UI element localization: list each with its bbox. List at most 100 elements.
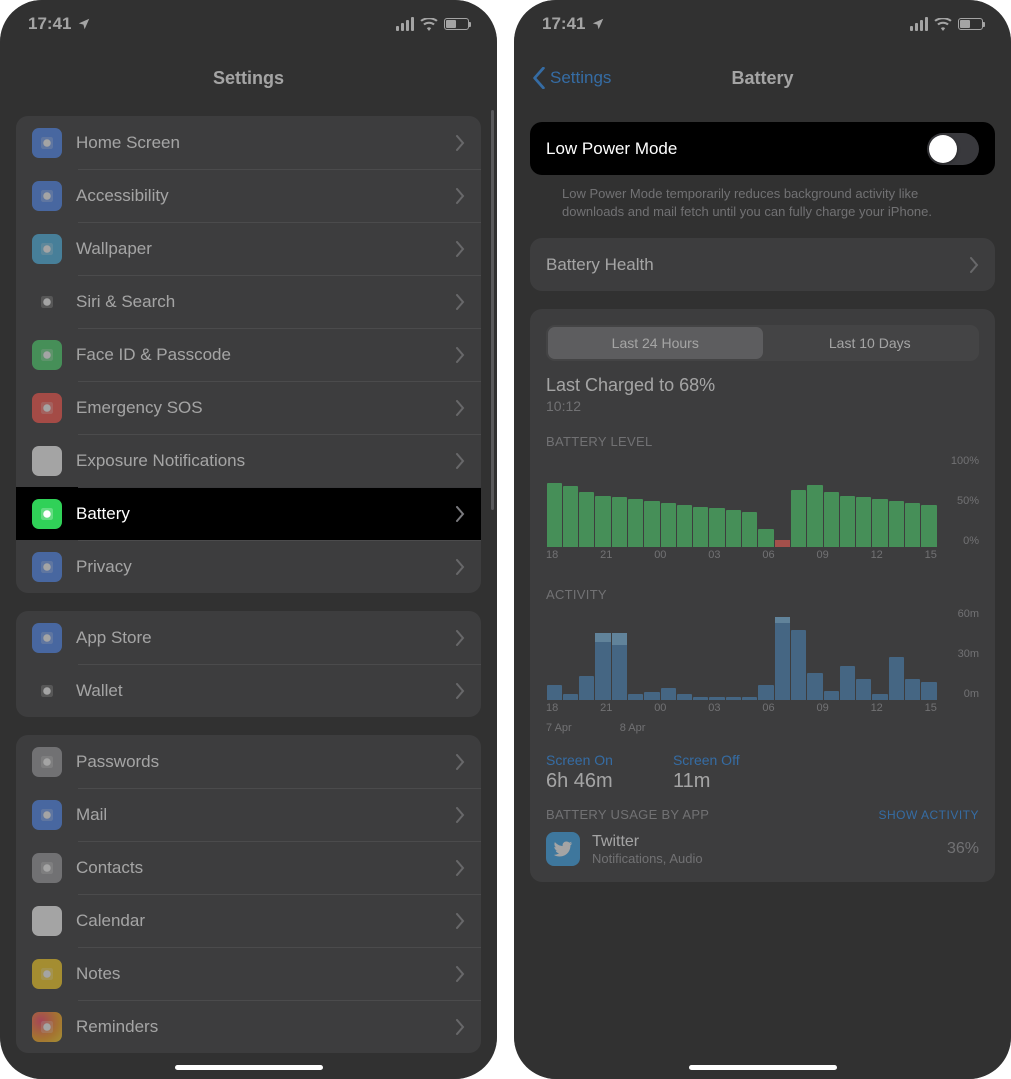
location-icon: [77, 17, 91, 31]
chevron-right-icon: [455, 683, 465, 699]
usage-by-app-heading: BATTERY USAGE BY APP: [546, 807, 709, 822]
status-time: 17:41: [28, 14, 71, 34]
settings-row-label: App Store: [76, 628, 455, 648]
last-charged-time: 10:12: [546, 398, 979, 414]
settings-row-label: Emergency SOS: [76, 398, 455, 418]
settings-row-label: Wallpaper: [76, 239, 455, 259]
battery-level-chart: 100%50%0% 1821000306091215: [546, 455, 979, 567]
calendar-icon: [32, 906, 62, 936]
time-range-segment: Last 24 Hours Last 10 Days: [546, 325, 979, 361]
nav-bar: Settings: [0, 52, 497, 104]
activity-heading: ACTIVITY: [546, 587, 979, 602]
twitter-icon: [546, 832, 580, 866]
page-title: Settings: [213, 68, 284, 89]
faceid-icon: [32, 340, 62, 370]
contacts-icon: [32, 853, 62, 883]
chevron-right-icon: [455, 966, 465, 982]
notes-icon: [32, 959, 62, 989]
last-charged-headline: Last Charged to 68%: [546, 375, 979, 396]
settings-row-contacts[interactable]: Contacts: [16, 841, 481, 894]
chevron-right-icon: [455, 630, 465, 646]
settings-row-label: Siri & Search: [76, 292, 455, 312]
battery-level-heading: BATTERY LEVEL: [546, 434, 979, 449]
settings-row-siri-search[interactable]: Siri & Search: [16, 275, 481, 328]
settings-row-home-screen[interactable]: Home Screen: [16, 116, 481, 169]
chevron-right-icon: [455, 1019, 465, 1035]
battery-health-label: Battery Health: [546, 255, 969, 275]
home-indicator[interactable]: [689, 1065, 837, 1070]
show-activity-button[interactable]: SHOW ACTIVITY: [878, 808, 979, 822]
mail-icon: [32, 800, 62, 830]
back-label: Settings: [550, 68, 611, 88]
settings-row-label: Calendar: [76, 911, 455, 931]
settings-row-label: Contacts: [76, 858, 455, 878]
low-power-mode-row: Low Power Mode: [530, 122, 995, 175]
battery-health-row[interactable]: Battery Health: [530, 238, 995, 291]
screen-on-summary: Screen On 6h 46m: [546, 752, 613, 793]
exposure-icon: [32, 446, 62, 476]
low-power-mode-label: Low Power Mode: [546, 139, 927, 159]
wallet-icon: [32, 676, 62, 706]
settings-row-label: Mail: [76, 805, 455, 825]
screen-off-summary: Screen Off 11m: [673, 752, 740, 793]
status-bar: 17:41: [514, 0, 1011, 48]
wifi-icon: [934, 18, 952, 31]
settings-row-notes[interactable]: Notes: [16, 947, 481, 1000]
siri-icon: [32, 287, 62, 317]
nav-bar: Settings Battery: [514, 52, 1011, 104]
settings-row-emergency-sos[interactable]: Emergency SOS: [16, 381, 481, 434]
settings-row-exposure-notifications[interactable]: Exposure Notifications: [16, 434, 481, 487]
settings-row-app-store[interactable]: App Store: [16, 611, 481, 664]
settings-row-reminders[interactable]: Reminders: [16, 1000, 481, 1053]
settings-row-label: Wallet: [76, 681, 455, 701]
segment-last-10d[interactable]: Last 10 Days: [763, 327, 978, 359]
cell-signal-icon: [910, 17, 928, 31]
battery-status-icon: [958, 18, 983, 30]
settings-row-label: Home Screen: [76, 133, 455, 153]
chevron-right-icon: [455, 135, 465, 151]
wifi-icon: [420, 18, 438, 31]
chevron-right-icon: [455, 807, 465, 823]
screen-on-value: 6h 46m: [546, 770, 613, 793]
settings-row-wallpaper[interactable]: Wallpaper: [16, 222, 481, 275]
chevron-left-icon: [532, 67, 546, 89]
segment-last-24h[interactable]: Last 24 Hours: [548, 327, 763, 359]
back-button[interactable]: Settings: [532, 67, 611, 89]
chevron-right-icon: [969, 257, 979, 273]
scroll-indicator: [491, 110, 494, 510]
settings-row-passwords[interactable]: Passwords: [16, 735, 481, 788]
settings-row-calendar[interactable]: Calendar: [16, 894, 481, 947]
settings-row-mail[interactable]: Mail: [16, 788, 481, 841]
settings-row-label: Face ID & Passcode: [76, 345, 455, 365]
wallpaper-icon: [32, 234, 62, 264]
chevron-right-icon: [455, 347, 465, 363]
app-usage-row[interactable]: Twitter Notifications, Audio 36%: [546, 832, 979, 866]
activity-chart: 60m30m0m 1821000306091215: [546, 608, 979, 720]
chevron-right-icon: [455, 294, 465, 310]
privacy-icon: [32, 552, 62, 582]
low-power-mode-toggle[interactable]: [927, 133, 979, 165]
chevron-right-icon: [455, 860, 465, 876]
status-bar: 17:41: [0, 0, 497, 48]
settings-row-label: Exposure Notifications: [76, 451, 455, 471]
chevron-right-icon: [455, 913, 465, 929]
settings-row-label: Battery: [76, 504, 455, 524]
settings-row-face-id-passcode[interactable]: Face ID & Passcode: [16, 328, 481, 381]
chevron-right-icon: [455, 188, 465, 204]
screen-on-label: Screen On: [546, 752, 613, 768]
sos-icon: [32, 393, 62, 423]
status-time: 17:41: [542, 14, 585, 34]
home-screen-icon: [32, 128, 62, 158]
settings-row-wallet[interactable]: Wallet: [16, 664, 481, 717]
appstore-icon: [32, 623, 62, 653]
chevron-right-icon: [455, 453, 465, 469]
settings-row-battery[interactable]: Battery: [16, 487, 481, 540]
settings-row-accessibility[interactable]: Accessibility: [16, 169, 481, 222]
chevron-right-icon: [455, 559, 465, 575]
settings-row-privacy[interactable]: Privacy: [16, 540, 481, 593]
home-indicator[interactable]: [175, 1065, 323, 1070]
settings-row-label: Accessibility: [76, 186, 455, 206]
screen-off-label: Screen Off: [673, 752, 740, 768]
low-power-footnote: Low Power Mode temporarily reduces backg…: [530, 185, 995, 220]
location-icon: [591, 17, 605, 31]
